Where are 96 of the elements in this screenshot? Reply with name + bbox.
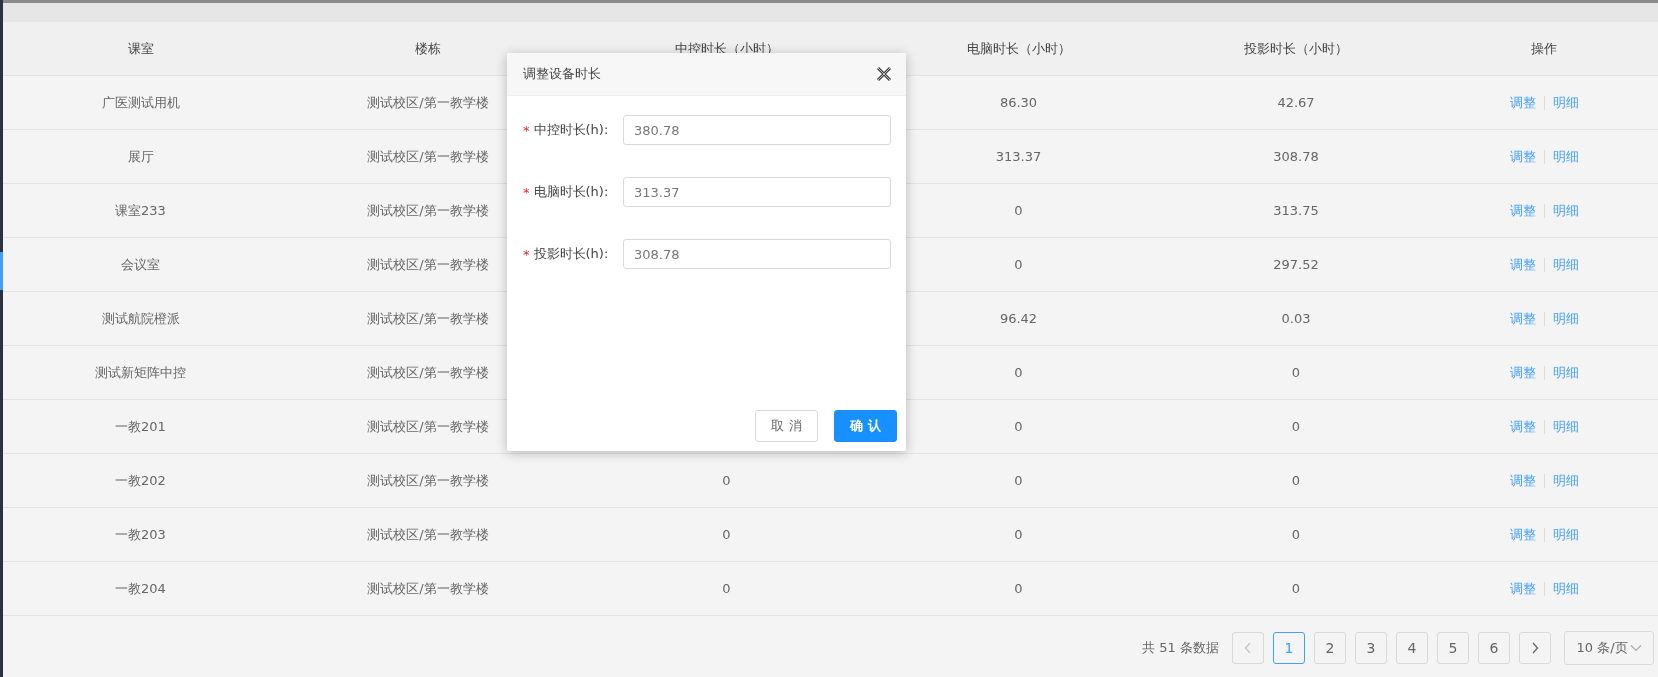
table-cell: 313.37 xyxy=(995,149,1042,164)
detail-link[interactable]: 明细 xyxy=(1552,309,1579,328)
table-cell: 测试校区/第一教学楼 xyxy=(367,363,489,382)
detail-link[interactable]: 明细 xyxy=(1552,201,1579,220)
column-header: 操作 xyxy=(1531,39,1557,58)
chevron-left-icon xyxy=(1244,642,1252,654)
table-cell: 86.30 xyxy=(999,95,1038,110)
detail-link[interactable]: 明细 xyxy=(1552,255,1579,274)
column-header: 楼栋 xyxy=(415,39,441,58)
page-button[interactable]: 2 xyxy=(1314,632,1346,664)
table-cell: 测试校区/第一教学楼 xyxy=(367,93,489,112)
table-cell: 0 xyxy=(1014,203,1023,218)
table-cell: 308.78 xyxy=(1273,149,1319,164)
detail-link[interactable]: 明细 xyxy=(1552,93,1579,112)
table-cell: 测试校区/第一教学楼 xyxy=(367,525,489,544)
chevron-right-icon xyxy=(1531,642,1539,654)
table-cell: 测试校区/第一教学楼 xyxy=(367,309,489,328)
page-button[interactable]: 5 xyxy=(1437,632,1469,664)
table-cell: 广医测试用机 xyxy=(101,93,180,112)
page-size-select[interactable]: 10 条/页 xyxy=(1564,631,1654,665)
table-cell: 展厅 xyxy=(127,147,154,166)
table-cell: 测试校区/第一教学楼 xyxy=(367,417,489,436)
dialog-title: 调整设备时长 xyxy=(523,65,601,83)
adjust-link[interactable]: 调整 xyxy=(1509,417,1536,436)
table-cell: 313.75 xyxy=(1273,203,1319,218)
table-cell: 0 xyxy=(1291,581,1301,596)
table-cell: 0 xyxy=(722,527,731,542)
column-header: 投影时长（小时） xyxy=(1244,39,1348,58)
confirm-button[interactable]: 确 认 xyxy=(834,410,897,442)
adjust-link[interactable]: 调整 xyxy=(1509,147,1536,166)
adjust-link[interactable]: 调整 xyxy=(1509,255,1536,274)
adjust-link[interactable]: 调整 xyxy=(1509,471,1536,490)
adjust-link[interactable]: 调整 xyxy=(1509,309,1536,328)
column-header: 课室 xyxy=(127,39,154,58)
table-cell: 0 xyxy=(1014,581,1023,596)
table-cell: 测试校区/第一教学楼 xyxy=(367,201,489,220)
table-cell: 测试新矩阵中控 xyxy=(95,363,186,382)
detail-link[interactable]: 明细 xyxy=(1552,471,1579,490)
page-button[interactable]: 1 xyxy=(1273,632,1305,664)
table-cell: 0 xyxy=(1291,473,1301,488)
table-cell: 测试校区/第一教学楼 xyxy=(367,471,489,490)
page-button[interactable]: 4 xyxy=(1396,632,1428,664)
column-header: 电脑时长（小时） xyxy=(966,39,1071,58)
table-cell: 一教201 xyxy=(115,417,166,436)
detail-link[interactable]: 明细 xyxy=(1552,147,1579,166)
input-field[interactable]: 313.37 xyxy=(623,177,891,207)
table-cell: 测试校区/第一教学楼 xyxy=(367,579,489,598)
table-cell: 测试航院橙派 xyxy=(101,309,180,328)
cancel-button[interactable]: 取 消 xyxy=(755,410,818,442)
next-page-button[interactable] xyxy=(1519,632,1551,664)
total-count: 共 51 条数据 xyxy=(1142,639,1219,657)
table-cell: 0 xyxy=(1014,365,1023,380)
table-cell: 0 xyxy=(1014,419,1023,434)
close-button[interactable] xyxy=(876,66,892,82)
adjust-link[interactable]: 调整 xyxy=(1509,201,1536,220)
table-cell: 测试校区/第一教学楼 xyxy=(367,147,489,166)
detail-link[interactable]: 明细 xyxy=(1552,363,1579,382)
detail-link[interactable]: 明细 xyxy=(1552,525,1579,544)
sidebar-indicator xyxy=(0,252,3,290)
table-cell: 0 xyxy=(722,473,731,488)
field-label: 电脑时长(h): xyxy=(533,183,609,201)
required-mark: * xyxy=(523,122,530,138)
table-cell: 0 xyxy=(1291,365,1301,380)
table-cell: 0 xyxy=(1014,257,1023,272)
table-cell: 一教202 xyxy=(115,471,166,490)
adjust-link[interactable]: 调整 xyxy=(1509,525,1536,544)
detail-link[interactable]: 明细 xyxy=(1552,417,1579,436)
table-cell: 0 xyxy=(1291,527,1301,542)
table-cell: 0 xyxy=(1014,527,1023,542)
table-cell: 一教204 xyxy=(115,579,166,598)
adjust-link[interactable]: 调整 xyxy=(1509,93,1536,112)
page-button[interactable]: 3 xyxy=(1355,632,1387,664)
input-field[interactable]: 308.78 xyxy=(623,239,891,269)
close-icon xyxy=(876,66,892,82)
adjust-link[interactable]: 调整 xyxy=(1509,363,1536,382)
input-field[interactable]: 380.78 xyxy=(623,115,891,145)
table-cell: 0 xyxy=(722,581,731,596)
table-cell: 会议室 xyxy=(121,255,160,274)
table-cell: 测试校区/第一教学楼 xyxy=(367,255,489,274)
table-cell: 0 xyxy=(1291,419,1301,434)
adjust-link[interactable]: 调整 xyxy=(1509,579,1536,598)
required-mark: * xyxy=(523,184,530,200)
table-cell: 一教203 xyxy=(115,525,166,544)
detail-link[interactable]: 明细 xyxy=(1552,579,1579,598)
table-cell: 96.42 xyxy=(999,311,1038,326)
table-cell: 0.03 xyxy=(1281,311,1311,326)
prev-page-button[interactable] xyxy=(1232,632,1264,664)
field-label: 投影时长(h): xyxy=(533,245,609,263)
page-button[interactable]: 6 xyxy=(1478,632,1510,664)
caret-icon xyxy=(1629,644,1642,652)
table-cell: 课室233 xyxy=(115,201,166,220)
field-label: 中控时长(h): xyxy=(533,121,609,139)
table-cell: 0 xyxy=(1014,473,1023,488)
table-cell: 297.52 xyxy=(1273,257,1319,272)
table-cell: 42.67 xyxy=(1277,95,1315,110)
required-mark: * xyxy=(523,246,530,262)
